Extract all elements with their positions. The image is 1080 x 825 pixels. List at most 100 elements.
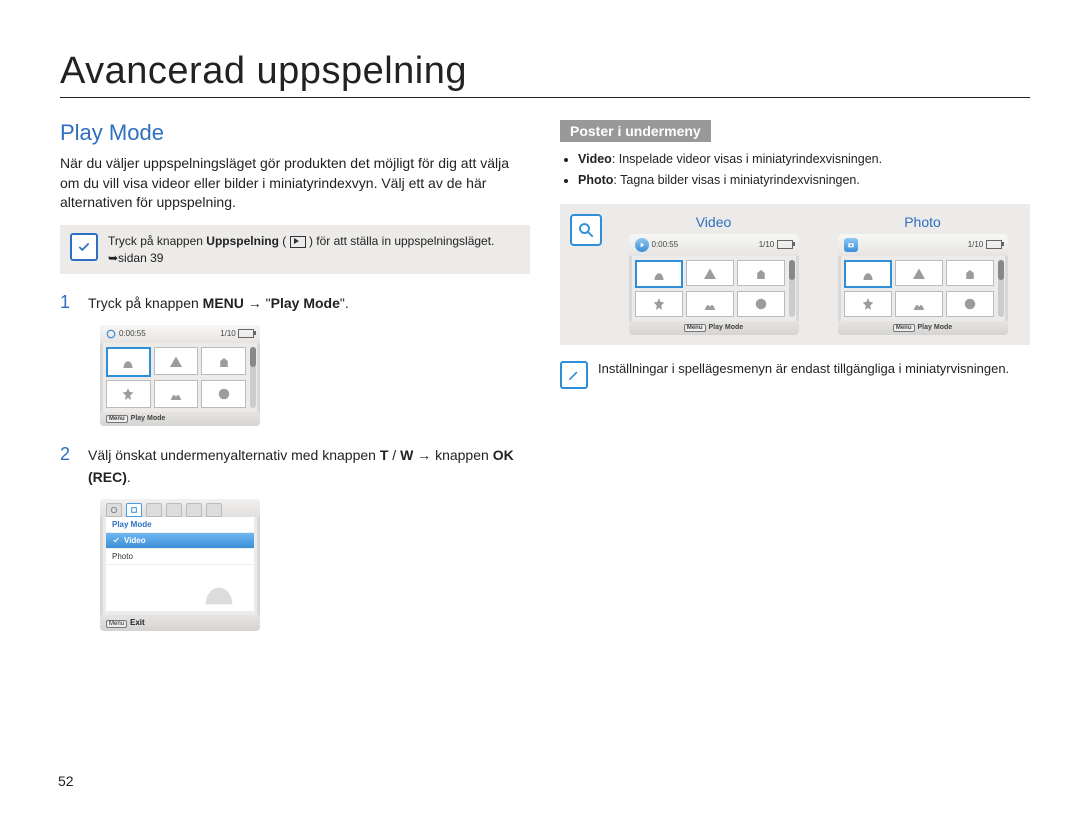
menu-tab-6 bbox=[206, 503, 222, 517]
s2g: . bbox=[127, 469, 131, 485]
menu-badge-b: Menu bbox=[106, 620, 127, 628]
pencil-icon bbox=[560, 361, 588, 389]
pv-time: 0:00:55 bbox=[652, 240, 679, 249]
pv-t5 bbox=[686, 291, 734, 317]
intro-paragraph: När du väljer uppspelningsläget gör prod… bbox=[60, 154, 530, 213]
pv-t4 bbox=[635, 291, 683, 317]
step-2: 2 Välj önskat undermenyalternativ med kn… bbox=[60, 444, 530, 489]
mode-label-photo: Photo bbox=[825, 214, 1020, 230]
camera-screen-thumbnails: 0:00:55 1/10 MenuPl bbox=[100, 325, 260, 426]
tip-row: Inställningar i spellägesmenyn är endast… bbox=[560, 361, 1030, 389]
mode-label-video: Video bbox=[616, 214, 811, 230]
screen-a-time: 0:00:55 bbox=[119, 329, 146, 338]
battery-icon bbox=[238, 329, 254, 338]
camera-screen-menu: Play Mode Video Photo MenuExit bbox=[100, 499, 260, 631]
pv-chip: 0:00:55 bbox=[635, 238, 679, 252]
left-column: Play Mode När du väljer uppspelningsläge… bbox=[60, 120, 530, 649]
submenu-bullets: Video: Inspelade videor visas i miniatyr… bbox=[560, 150, 1030, 190]
bullet-photo: Photo: Tagna bilder visas i miniatyrinde… bbox=[578, 171, 1030, 190]
menu-tab-2 bbox=[126, 503, 142, 517]
step-number-1: 1 bbox=[60, 292, 78, 314]
pv-t3 bbox=[737, 260, 785, 286]
step-1-text: Tryck på knappen MENU → "Play Mode". bbox=[88, 292, 349, 314]
pp-counter: 1/10 bbox=[968, 240, 984, 249]
pv-bottom-label: Play Mode bbox=[709, 324, 744, 331]
pv-scroll-thumb bbox=[789, 260, 795, 280]
menu-body: Play Mode Video Photo bbox=[106, 517, 254, 611]
scroll-thumb bbox=[250, 347, 256, 367]
pp-top: 1/10 bbox=[838, 234, 1008, 256]
s2d: W bbox=[400, 447, 413, 463]
pv-t2 bbox=[686, 260, 734, 286]
preview-screen-photo: 1/10 MenuPlay Mode bbox=[838, 234, 1008, 335]
playback-inline-icon bbox=[290, 236, 306, 248]
photo-mode-chip-icon bbox=[844, 238, 858, 252]
b1t: : Inspelade videor visas i miniatyrindex… bbox=[612, 152, 882, 166]
thumb-6 bbox=[201, 380, 246, 408]
pp-menu-badge: Menu bbox=[893, 324, 915, 332]
menu-opt1-label: Video bbox=[124, 536, 146, 545]
battery-icon-pv bbox=[777, 240, 793, 249]
thumb-3 bbox=[201, 347, 246, 375]
tip-text: Inställningar i spellägesmenyn är endast… bbox=[598, 361, 1009, 376]
video-mode-chip-icon bbox=[635, 238, 649, 252]
right-column: Poster i undermeny Video: Inspelade vide… bbox=[560, 120, 1030, 649]
page-number: 52 bbox=[58, 773, 74, 789]
section-heading-playmode: Play Mode bbox=[60, 120, 530, 146]
pp-t6 bbox=[946, 291, 994, 317]
preview-col-video: Video 0:00:55 1/10 bbox=[616, 214, 811, 335]
preview-col-photo: Photo 1/10 bbox=[825, 214, 1020, 335]
screen-a-topbar: 0:00:55 1/10 bbox=[100, 325, 260, 343]
pv-scroll bbox=[789, 260, 795, 317]
bullet-video: Video: Inspelade videor visas i miniatyr… bbox=[578, 150, 1030, 169]
battery-icon-pp bbox=[986, 240, 1002, 249]
screen-a-counter-wrap: 1/10 bbox=[220, 329, 254, 338]
pv-top: 0:00:55 1/10 bbox=[629, 234, 799, 256]
b2t: : Tagna bilder visas i miniatyrindexvisn… bbox=[613, 173, 859, 187]
pv-t6 bbox=[737, 291, 785, 317]
check-icon bbox=[70, 233, 98, 261]
pp-scroll-thumb bbox=[998, 260, 1004, 280]
pp-bottom: MenuPlay Mode bbox=[838, 321, 1008, 335]
s1b: MENU bbox=[203, 295, 244, 311]
step-1: 1 Tryck på knappen MENU → "Play Mode". bbox=[60, 292, 530, 314]
pv-bottom: MenuPlay Mode bbox=[629, 321, 799, 335]
pp-t1 bbox=[844, 260, 892, 288]
note-box: Tryck på knappen Uppspelning ( ) för att… bbox=[60, 225, 530, 275]
preview-pair: Video 0:00:55 1/10 bbox=[616, 214, 1020, 335]
pp-t5 bbox=[895, 291, 943, 317]
pv-counter: 1/10 bbox=[759, 240, 775, 249]
thumb-5 bbox=[154, 380, 199, 408]
note-ref: ➥sidan 39 bbox=[108, 251, 163, 265]
pp-counter-wrap: 1/10 bbox=[968, 240, 1002, 249]
note-bold: Uppspelning bbox=[206, 234, 279, 248]
pp-scroll bbox=[998, 260, 1004, 317]
pv-counter-wrap: 1/10 bbox=[759, 240, 793, 249]
page-title: Avancerad uppspelning bbox=[60, 50, 1030, 98]
menu-tab-4 bbox=[166, 503, 182, 517]
submenu-heading: Poster i undermeny bbox=[560, 120, 711, 142]
step-2-text: Välj önskat undermenyalternativ med knap… bbox=[88, 444, 530, 489]
magnifier-icon bbox=[570, 214, 602, 246]
menu-tab-3 bbox=[146, 503, 162, 517]
preview-screen-video: 0:00:55 1/10 bbox=[629, 234, 799, 335]
note-p2: ) för att ställa in uppspelningsläget. bbox=[306, 234, 495, 248]
step-number-2: 2 bbox=[60, 444, 78, 489]
s2e: → knappen bbox=[413, 447, 492, 463]
thumb-4 bbox=[106, 380, 151, 408]
mode-chip-icon: 0:00:55 bbox=[106, 329, 146, 339]
screen-a-bottom-label: Play Mode bbox=[131, 415, 166, 422]
s1d: Play Mode bbox=[271, 295, 340, 311]
s1e: ". bbox=[340, 295, 349, 311]
pp-t4 bbox=[844, 291, 892, 317]
b1l: Video bbox=[578, 152, 612, 166]
pv-menu-badge: Menu bbox=[684, 324, 706, 332]
pp-bottom-label: Play Mode bbox=[918, 324, 953, 331]
preview-block: Video 0:00:55 1/10 bbox=[560, 204, 1030, 345]
pp-t3 bbox=[946, 260, 994, 286]
s2a: Välj önskat undermenyalternativ med knap… bbox=[88, 447, 380, 463]
menu-bottom: MenuExit bbox=[100, 615, 260, 631]
menu-background-art bbox=[106, 565, 254, 611]
menu-tab-5 bbox=[186, 503, 202, 517]
menu-option-photo: Photo bbox=[106, 549, 254, 565]
